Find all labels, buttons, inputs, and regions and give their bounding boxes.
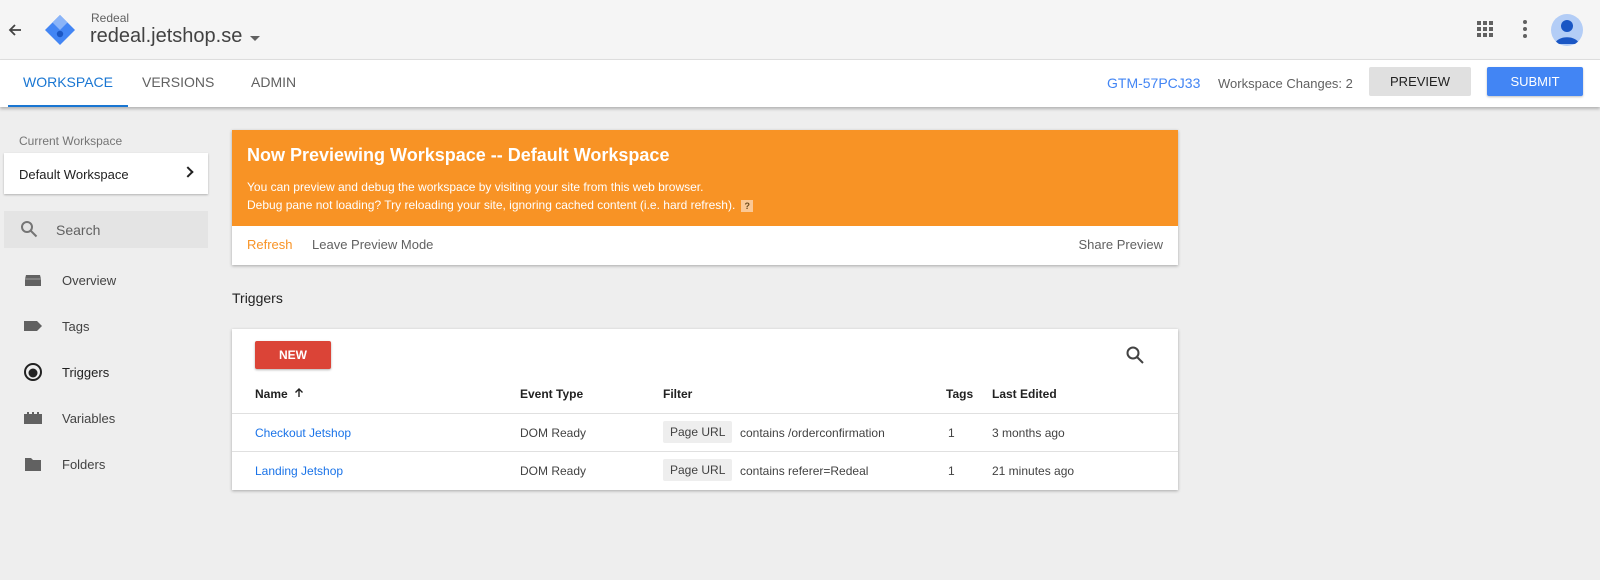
- sidebar-item-overview[interactable]: Overview: [0, 262, 220, 298]
- filter-expression: contains /orderconfirmation: [740, 426, 885, 440]
- container-id-link[interactable]: GTM-57PCJ33: [1107, 75, 1200, 91]
- container-name: redeal.jetshop.se: [90, 25, 243, 47]
- account-name: Redeal: [91, 11, 130, 25]
- caret-down-icon: [250, 35, 261, 41]
- search-icon[interactable]: [1125, 345, 1145, 370]
- folder-icon: [23, 454, 43, 474]
- preview-button[interactable]: PREVIEW: [1369, 67, 1471, 96]
- table-row[interactable]: Checkout Jetshop DOM Ready Page URL cont…: [232, 413, 1178, 451]
- sidebar-item-label: Variables: [62, 410, 116, 426]
- sidebar-item-folders[interactable]: Folders: [0, 446, 220, 482]
- overview-icon: [23, 270, 43, 290]
- gtm-logo-icon: [44, 14, 76, 46]
- tab-workspace[interactable]: WORKSPACE: [8, 60, 128, 107]
- workspace-selector[interactable]: Default Workspace: [4, 153, 208, 194]
- tag-count: 1: [948, 426, 955, 440]
- search-input[interactable]: [56, 211, 204, 248]
- sort-ascending-icon: [294, 387, 304, 401]
- filter-expression: contains referer=Redeal: [740, 464, 869, 478]
- more-vert-icon[interactable]: [1523, 20, 1527, 38]
- search-icon: [20, 220, 38, 243]
- column-header-name[interactable]: Name: [255, 387, 304, 401]
- column-header-tags[interactable]: Tags: [946, 387, 973, 401]
- leave-preview-link[interactable]: Leave Preview Mode: [312, 237, 433, 252]
- sidebar-item-label: Tags: [62, 318, 90, 334]
- chevron-right-icon: [182, 166, 194, 178]
- new-trigger-button[interactable]: NEW: [255, 341, 331, 369]
- back-arrow-icon[interactable]: [4, 19, 26, 41]
- top-bar: Redeal redeal.jetshop.se: [0, 0, 1600, 60]
- workspace-name: Default Workspace: [19, 167, 129, 182]
- filter-variable-chip: Page URL: [663, 459, 733, 481]
- last-edited: 3 months ago: [992, 426, 1065, 440]
- sidebar-item-label: Triggers: [62, 364, 110, 380]
- tag-count: 1: [948, 464, 955, 478]
- workspace-changes: Workspace Changes: 2: [1218, 76, 1353, 91]
- tag-icon: [23, 316, 43, 336]
- banner-message: You can preview and debug the workspace …: [247, 180, 704, 194]
- table-row[interactable]: Landing Jetshop DOM Ready Page URL conta…: [232, 451, 1178, 489]
- share-preview-link[interactable]: Share Preview: [1078, 237, 1163, 252]
- trigger-name-link[interactable]: Landing Jetshop: [255, 464, 343, 478]
- column-header-last-edited[interactable]: Last Edited: [992, 387, 1057, 401]
- current-workspace-label: Current Workspace: [19, 134, 123, 148]
- last-edited: 21 minutes ago: [992, 464, 1075, 478]
- trigger-icon: [23, 362, 43, 382]
- sidebar-item-label: Overview: [62, 272, 117, 288]
- event-type: DOM Ready: [520, 464, 587, 478]
- container-selector[interactable]: redeal.jetshop.se: [90, 25, 261, 48]
- banner-title: Now Previewing Workspace -- Default Work…: [247, 145, 670, 165]
- filter-variable-chip: Page URL: [663, 421, 733, 443]
- tab-versions[interactable]: VERSIONS: [127, 60, 229, 107]
- avatar[interactable]: [1551, 14, 1583, 46]
- triggers-table: NEW Name Event Type Filter Tags Last Edi…: [232, 329, 1178, 490]
- banner-debug-hint: Debug pane not loading? Try reloading yo…: [247, 198, 754, 212]
- sidebar-item-label: Folders: [62, 456, 106, 472]
- trigger-name-link[interactable]: Checkout Jetshop: [255, 426, 351, 440]
- tab-bar: WORKSPACE VERSIONS ADMIN GTM-57PCJ33 Wor…: [0, 60, 1600, 107]
- column-header-label: Name: [255, 387, 288, 401]
- banner-debug-text: Debug pane not loading? Try reloading yo…: [247, 198, 736, 212]
- section-title: Triggers: [232, 290, 283, 306]
- sidebar-item-tags[interactable]: Tags: [0, 308, 220, 344]
- tab-admin[interactable]: ADMIN: [236, 60, 311, 107]
- variables-icon: [23, 408, 43, 428]
- sidebar-search: [4, 211, 208, 248]
- sidebar-item-triggers[interactable]: Triggers: [0, 354, 220, 390]
- column-header-event-type[interactable]: Event Type: [520, 387, 583, 401]
- help-icon[interactable]: ?: [741, 199, 754, 212]
- event-type: DOM Ready: [520, 426, 587, 440]
- column-header-filter[interactable]: Filter: [663, 387, 692, 401]
- apps-grid-icon[interactable]: [1477, 21, 1493, 37]
- sidebar-item-variables[interactable]: Variables: [0, 400, 220, 436]
- preview-banner-header: Now Previewing Workspace -- Default Work…: [232, 130, 1178, 226]
- refresh-link[interactable]: Refresh: [247, 237, 293, 252]
- submit-button[interactable]: SUBMIT: [1487, 67, 1583, 96]
- preview-banner: Now Previewing Workspace -- Default Work…: [232, 130, 1178, 265]
